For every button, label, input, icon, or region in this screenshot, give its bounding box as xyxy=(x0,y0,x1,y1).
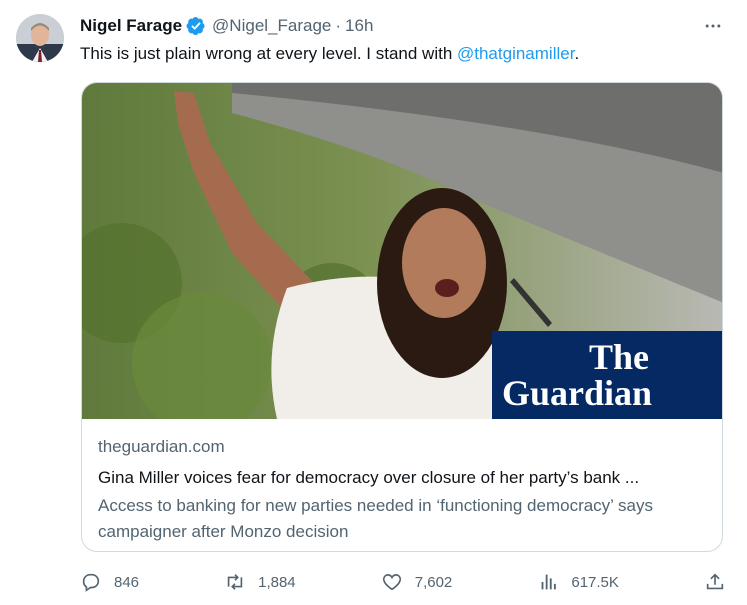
repost-count: 1,884 xyxy=(258,573,296,591)
card-domain: theguardian.com xyxy=(98,437,225,456)
repost-button[interactable]: 1,884 xyxy=(224,568,296,596)
timestamp[interactable]: 16h xyxy=(345,16,373,36)
reply-button[interactable]: 846 xyxy=(80,568,139,596)
author-handle[interactable]: @Nigel_Farage xyxy=(212,16,331,36)
card-description: Access to banking for new parties needed… xyxy=(98,496,654,541)
verified-badge-icon[interactable] xyxy=(186,16,206,36)
reply-count: 846 xyxy=(114,573,140,591)
action-bar: 846 1,884 7,602 617.5K xyxy=(80,568,726,596)
tweet-text-body: This is just plain wrong at every level.… xyxy=(80,44,457,63)
card-meta: theguardian.com Gina Miller voices fear … xyxy=(98,435,706,545)
share-icon xyxy=(706,573,724,590)
guardian-logo-line1: The xyxy=(589,337,649,377)
tweet-text-end: . xyxy=(574,44,580,63)
author-name[interactable]: Nigel Farage xyxy=(80,16,182,36)
like-icon xyxy=(382,574,401,591)
card-headline[interactable]: Gina Miller voices fear for democracy ov… xyxy=(98,465,706,491)
tweet[interactable]: Nigel Farage @Nigel_Farage · 16h This is… xyxy=(0,0,747,605)
link-card[interactable]: The Guardian theguardian.com Gina Miller… xyxy=(81,82,723,552)
tweet-text: This is just plain wrong at every level.… xyxy=(80,42,579,66)
like-count: 7,602 xyxy=(414,573,453,591)
avatar[interactable] xyxy=(16,14,64,62)
card-image[interactable]: The Guardian xyxy=(82,83,722,419)
reply-icon xyxy=(82,573,100,592)
share-button[interactable] xyxy=(704,568,726,596)
views-count: 617.5K xyxy=(571,573,619,591)
repost-icon xyxy=(227,574,243,590)
tweet-header: Nigel Farage @Nigel_Farage · 16h xyxy=(80,14,373,38)
like-button[interactable]: 7,602 xyxy=(381,568,453,596)
views-button[interactable]: 617.5K xyxy=(537,568,619,596)
mention-link[interactable]: @thatginamiller xyxy=(457,44,574,63)
guardian-logo-line2: Guardian xyxy=(502,373,652,413)
header-separator: · xyxy=(335,16,342,35)
more-icon[interactable] xyxy=(701,14,725,38)
views-icon xyxy=(541,574,557,590)
